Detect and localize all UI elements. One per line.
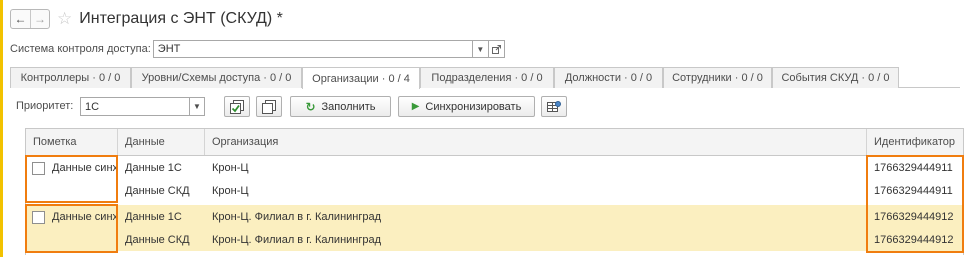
access-system-input[interactable]: ЭНТ (152, 40, 473, 58)
open-link-icon (491, 44, 501, 54)
priority-input[interactable]: 1С (80, 97, 190, 116)
sync-checkbox[interactable] (32, 211, 45, 224)
mark-label: Данные синхронизи (52, 162, 116, 174)
access-system-dropdown-button[interactable]: ▼ (472, 40, 489, 58)
synchronize-button[interactable]: ▶ Синхронизировать (398, 96, 535, 117)
window-header: ← → ☆ Интеграция с ЭНТ (СКУД) * (10, 8, 283, 30)
cell-identifier: 1766329444912 (874, 210, 954, 223)
uncheck-all-icon (262, 99, 276, 114)
cell-identifier: 1766329444912 (874, 233, 954, 246)
fill-button[interactable]: ↻ Заполнить (290, 96, 391, 117)
organizations-table: Пометка Данные Организация Идентификатор… (25, 128, 964, 255)
check-all-button[interactable] (224, 96, 250, 117)
tab-employees[interactable]: Сотрудники · 0 / 0 (663, 67, 772, 88)
cell-organization: Крон-Ц. Филиал в г. Калининград (212, 210, 382, 223)
synchronize-button-label: Синхронизировать (425, 100, 522, 113)
nav-buttons: ← → (10, 9, 50, 29)
chevron-down-icon: ▼ (193, 102, 201, 111)
table-row[interactable]: Данные СКД Крон-Ц 1766329444911 (26, 179, 963, 202)
table-header: Пометка Данные Организация Идентификатор (26, 129, 963, 156)
tab-organizations[interactable]: Организации · 0 / 4 (302, 67, 420, 89)
mark-group: Данные синхронизи (26, 205, 118, 251)
refresh-icon: ↻ (305, 99, 316, 114)
column-header-organization[interactable]: Организация (205, 129, 867, 155)
table-row[interactable]: Данные 1С Крон-Ц 1766329444911 (26, 156, 963, 179)
table-settings-icon (547, 100, 561, 112)
mark-group: Данные синхронизи (26, 156, 118, 202)
table-row[interactable]: Данные 1С Крон-Ц. Филиал в г. Калинингра… (26, 205, 963, 228)
cell-identifier: 1766329444911 (874, 184, 953, 197)
uncheck-all-button[interactable] (256, 96, 282, 117)
settings-button[interactable] (541, 96, 567, 117)
tab-departments[interactable]: Подразделения · 0 / 0 (420, 67, 554, 88)
access-system-open-button[interactable] (488, 40, 505, 58)
tab-access-levels[interactable]: Уровни/Схемы доступа · 0 / 0 (131, 67, 302, 88)
toolbar: Приоритет: 1С ▼ ↻ Заполнить ▶ Синхронизи… (10, 96, 960, 118)
column-header-identifier[interactable]: Идентификатор (867, 129, 963, 155)
fill-button-label: Заполнить (321, 100, 376, 113)
tab-bar: Контроллеры · 0 / 0 Уровни/Схемы доступа… (10, 67, 960, 89)
cell-data: Данные 1С (125, 161, 182, 174)
play-icon: ▶ (411, 101, 420, 112)
mark-label: Данные синхронизи (52, 211, 116, 223)
page-title: Интеграция с ЭНТ (СКУД) * (79, 10, 283, 27)
tab-skud-events[interactable]: События СКУД · 0 / 0 (772, 67, 899, 88)
access-system-label: Система контроля доступа: (10, 43, 151, 55)
cell-identifier: 1766329444911 (874, 161, 953, 174)
priority-label: Приоритет: (16, 100, 74, 112)
tab-positions[interactable]: Должности · 0 / 0 (554, 67, 663, 88)
priority-dropdown-button[interactable]: ▼ (189, 97, 205, 116)
back-button[interactable]: ← (11, 10, 30, 28)
check-all-icon (230, 99, 244, 114)
cell-data: Данные СКД (125, 184, 190, 197)
access-system-row: Система контроля доступа: ЭНТ ▼ (10, 40, 505, 58)
cell-data: Данные СКД (125, 233, 190, 246)
chevron-down-icon: ▼ (476, 44, 485, 54)
cell-organization: Крон-Ц (212, 161, 249, 174)
cell-organization: Крон-Ц. Филиал в г. Калининград (212, 233, 382, 246)
column-header-data[interactable]: Данные (118, 129, 205, 155)
favorite-star-icon[interactable]: ☆ (57, 10, 72, 28)
tab-controllers[interactable]: Контроллеры · 0 / 0 (10, 67, 131, 88)
table-row[interactable]: Данные СКД Крон-Ц. Филиал в г. Калинингр… (26, 228, 963, 251)
sync-checkbox[interactable] (32, 162, 45, 175)
column-header-mark[interactable]: Пометка (26, 129, 118, 155)
cell-organization: Крон-Ц (212, 184, 249, 197)
cell-data: Данные 1С (125, 210, 182, 223)
left-accent-bar (0, 0, 3, 257)
forward-button[interactable]: → (30, 10, 49, 28)
